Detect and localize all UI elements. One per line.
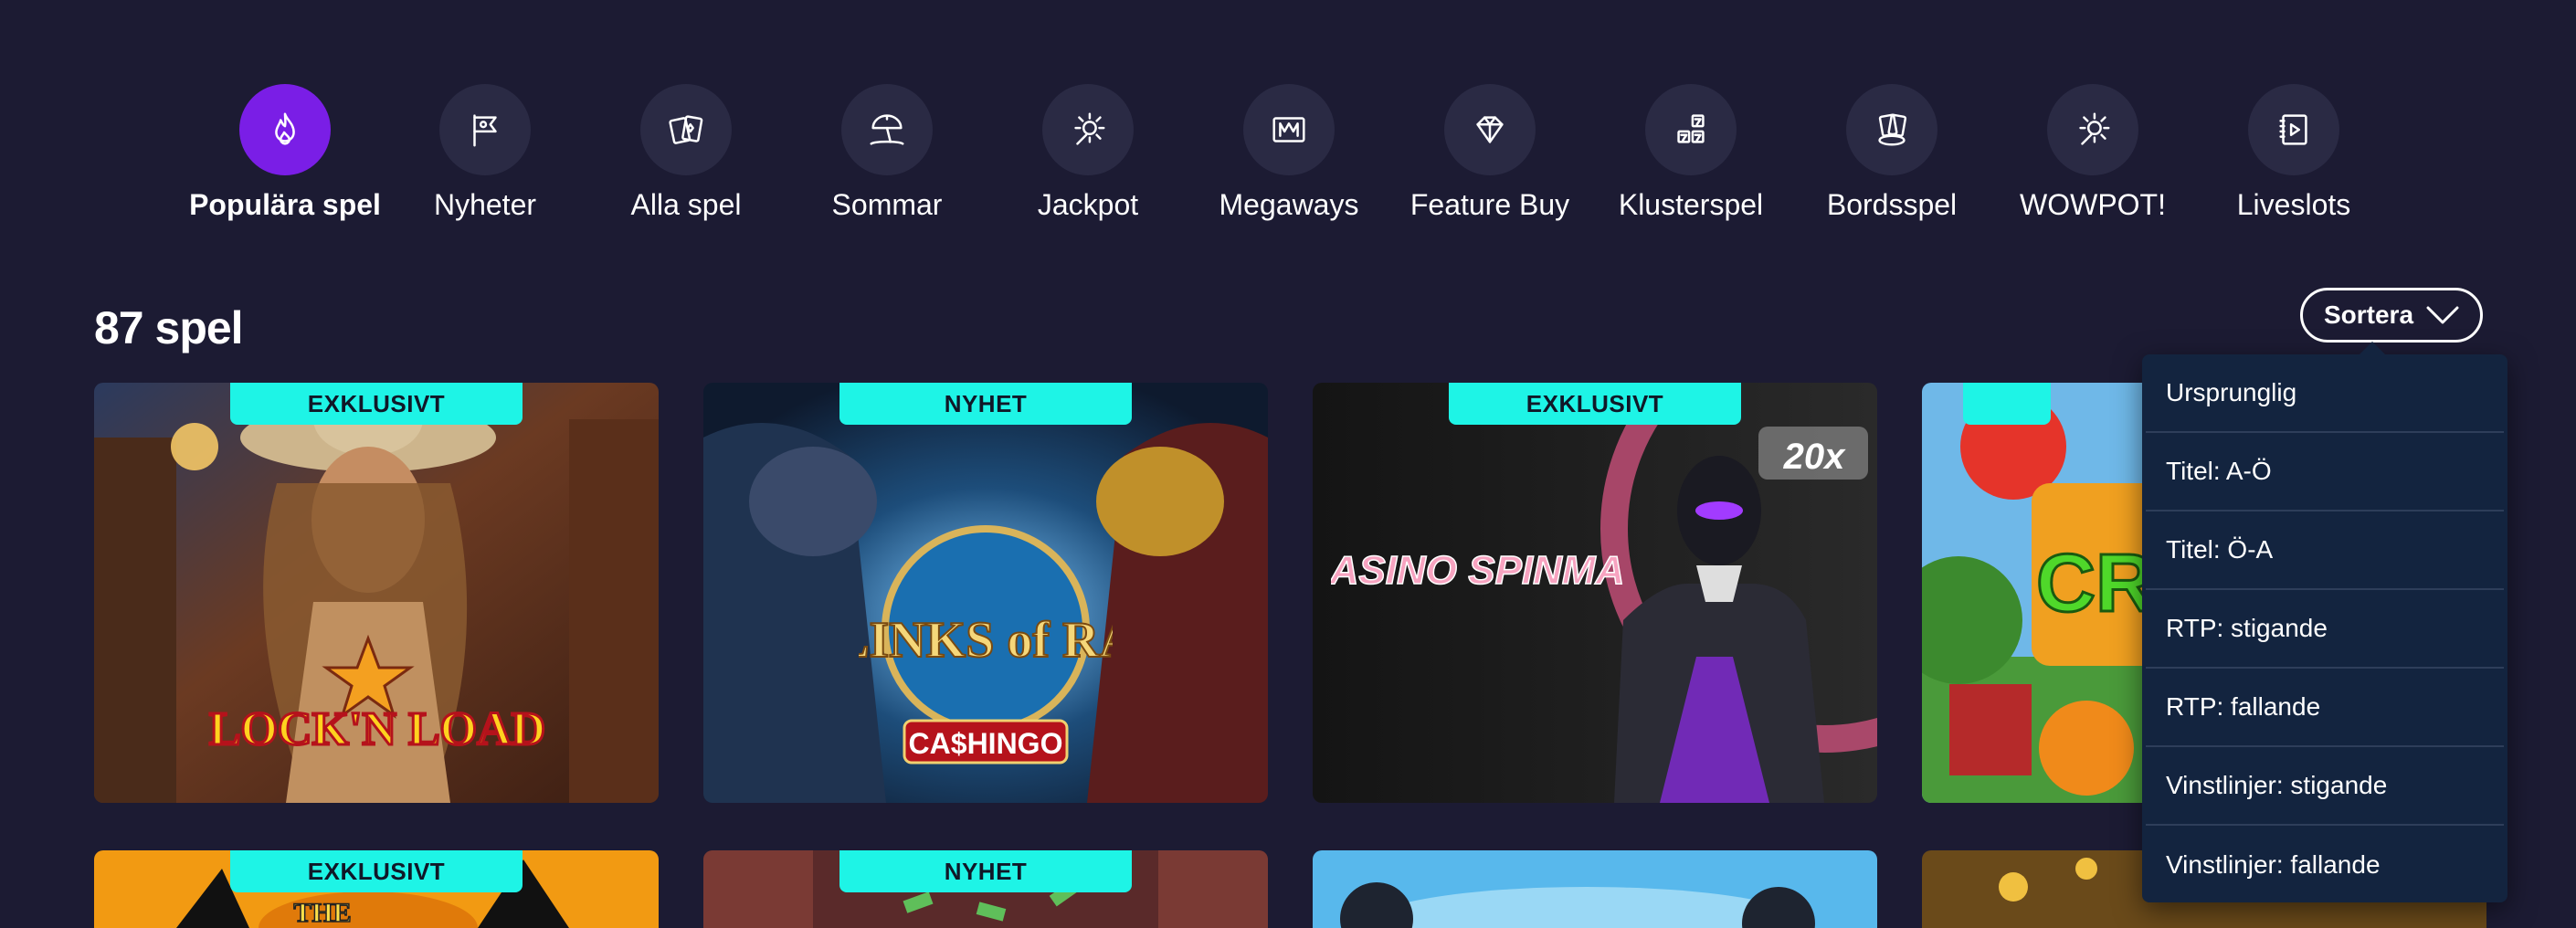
category-label: Liveslots bbox=[2236, 188, 2351, 221]
badge-exklusivt: EXKLUSIVT bbox=[230, 383, 523, 425]
category-wowpot[interactable]: WOWPOT! bbox=[1997, 84, 2189, 222]
game-logo: CR bbox=[2035, 537, 2157, 631]
game-card-links-of-ra[interactable]: NYHET LINKS of RA CA$HINGO bbox=[703, 383, 1268, 803]
category-populara-spel[interactable]: Populära spel bbox=[189, 84, 381, 222]
svg-text:LOCK'N LOAD: LOCK'N LOAD bbox=[209, 703, 545, 755]
sort-option-rtp-fallande[interactable]: RTP: fallande bbox=[2146, 669, 2504, 747]
game-card[interactable] bbox=[1313, 850, 1877, 928]
sort-option-vinstlinjer-stigande[interactable]: Vinstlinjer: stigande bbox=[2146, 747, 2504, 826]
games-count: 87 spel bbox=[94, 302, 244, 353]
category-icon-wrap bbox=[439, 84, 531, 175]
sort-dropdown: Ursprunglig Titel: A-Ö Titel: Ö-A RTP: s… bbox=[2142, 342, 2507, 904]
game-multiplier: 20x bbox=[1783, 437, 1846, 477]
sort-option-vinstlinjer-fallande[interactable]: Vinstlinjer: fallande bbox=[2146, 826, 2504, 904]
badge-exklusivt: EXKLUSIVT bbox=[230, 850, 523, 892]
category-icon-wrap bbox=[841, 84, 933, 175]
diamond-icon bbox=[1476, 116, 1504, 143]
category-label: Alla spel bbox=[630, 188, 742, 221]
flag-icon bbox=[473, 114, 497, 147]
category-icon-wrap bbox=[1444, 84, 1536, 175]
category-label: Jackpot bbox=[1037, 188, 1139, 221]
beach-umbrella-icon bbox=[870, 114, 904, 145]
game-card[interactable]: NYHET bbox=[703, 850, 1268, 928]
category-liveslots[interactable]: Liveslots bbox=[2198, 84, 2390, 222]
category-icon-wrap bbox=[1243, 84, 1335, 175]
flame-icon bbox=[275, 112, 295, 145]
sort-option-titel-a-o[interactable]: Titel: A-Ö bbox=[2146, 433, 2504, 511]
category-icon-wrap bbox=[2248, 84, 2339, 175]
live-play-icon bbox=[2279, 114, 2307, 145]
category-icon-wrap bbox=[2047, 84, 2138, 175]
game-logo: THE bbox=[293, 897, 353, 927]
category-jackpot[interactable]: Jackpot bbox=[992, 84, 1184, 222]
category-label: Bordsspel bbox=[1826, 188, 1958, 221]
badge-exklusivt: EXKLUSIVT bbox=[1449, 383, 1741, 425]
category-icon-wrap bbox=[1042, 84, 1134, 175]
table-cards-icon bbox=[1878, 113, 1907, 146]
game-card-casino-spinman[interactable]: EXKLUSIVT 20x CASINO SPINMAN bbox=[1313, 383, 1877, 803]
badge-nyhet: NYHET bbox=[839, 383, 1132, 425]
svg-text:CR: CR bbox=[2036, 538, 2155, 629]
svg-text:THE: THE bbox=[293, 898, 351, 927]
category-icon-wrap bbox=[1846, 84, 1937, 175]
category-label: Megaways bbox=[1219, 188, 1359, 221]
dropdown-caret bbox=[2360, 342, 2385, 354]
cluster-blocks-icon bbox=[1677, 114, 1705, 143]
sort-option-rtp-stigande[interactable]: RTP: stigande bbox=[2146, 590, 2504, 669]
category-label: Populära spel bbox=[189, 188, 381, 221]
category-icon-wrap bbox=[640, 84, 732, 175]
svg-text:LINKS of RA: LINKS of RA bbox=[859, 612, 1113, 669]
sort-option-titel-o-a[interactable]: Titel: Ö-A bbox=[2146, 511, 2504, 590]
category-nav: Populära spel Nyheter Alla spel Sommar J… bbox=[0, 0, 2576, 237]
badge bbox=[1962, 383, 2051, 425]
sort-button[interactable]: Sortera bbox=[2300, 288, 2483, 343]
game-thumbnail bbox=[1313, 850, 1877, 928]
category-icon-wrap bbox=[1645, 84, 1737, 175]
game-logo: CASINO SPINMAN bbox=[1331, 547, 1623, 594]
badge-nyhet: NYHET bbox=[839, 850, 1132, 892]
jackpot-burst-icon bbox=[1074, 112, 1105, 145]
chevron-down-icon bbox=[2426, 306, 2459, 324]
game-card-lock-n-load[interactable]: EXKLUSIVT LOCK'N LOAD bbox=[94, 383, 659, 803]
game-logo: LOCK'N LOAD bbox=[207, 702, 546, 757]
category-label: Klusterspel bbox=[1618, 188, 1764, 221]
wowpot-burst-icon bbox=[2079, 112, 2110, 145]
category-alla-spel[interactable]: Alla spel bbox=[590, 84, 782, 222]
category-label: Nyheter bbox=[433, 188, 537, 221]
category-label: Feature Buy bbox=[1409, 188, 1570, 221]
category-klusterspel[interactable]: Klusterspel bbox=[1595, 84, 1787, 222]
category-label: WOWPOT! bbox=[2020, 188, 2166, 221]
category-nyheter[interactable]: Nyheter bbox=[389, 84, 581, 222]
category-megaways[interactable]: Megaways bbox=[1193, 84, 1385, 222]
category-bordsspel[interactable]: Bordsspel bbox=[1796, 84, 1988, 222]
sort-label: Sortera bbox=[2323, 301, 2414, 329]
game-card[interactable]: EXKLUSIVT THE bbox=[94, 850, 659, 928]
svg-text:CA$HINGO: CA$HINGO bbox=[909, 727, 1063, 760]
svg-text:CASINO SPINMAN: CASINO SPINMAN bbox=[1331, 548, 1623, 593]
category-label: Sommar bbox=[831, 188, 943, 221]
megaways-icon bbox=[1272, 117, 1305, 142]
category-sommar[interactable]: Sommar bbox=[791, 84, 983, 222]
cards-icon bbox=[669, 115, 703, 144]
svg-text:20x: 20x bbox=[1783, 437, 1846, 477]
sort-option-ursprunglig[interactable]: Ursprunglig bbox=[2146, 354, 2504, 433]
game-logo: LINKS of RA CA$HINGO bbox=[859, 611, 1113, 760]
category-feature-buy[interactable]: Feature Buy bbox=[1394, 84, 1586, 222]
category-icon-wrap bbox=[239, 84, 331, 175]
